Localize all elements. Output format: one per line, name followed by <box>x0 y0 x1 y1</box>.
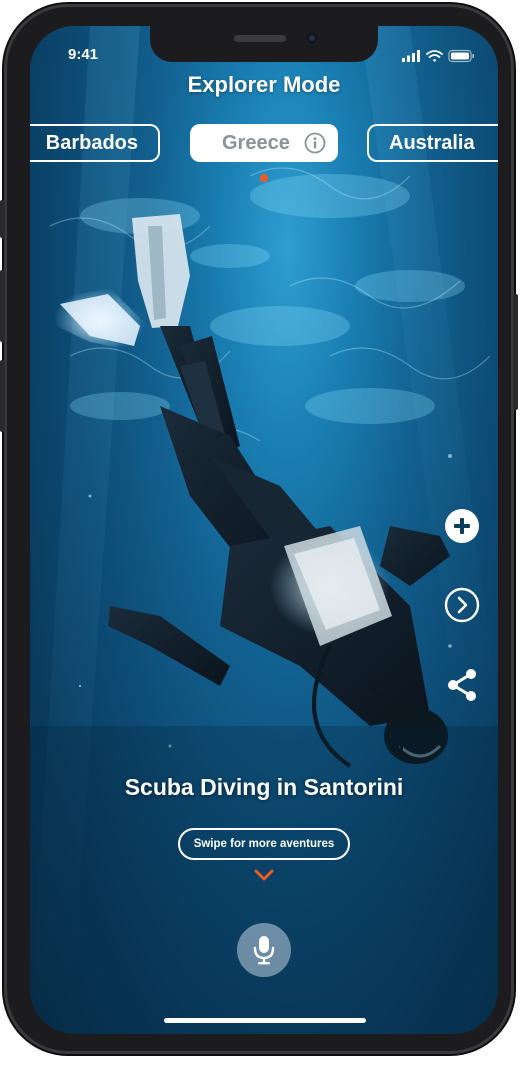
battery-icon <box>448 49 474 63</box>
status-icons <box>402 48 476 63</box>
volume-up-button <box>0 270 5 342</box>
destination-label: Australia <box>389 132 475 154</box>
chevron-right-icon <box>444 587 480 623</box>
screen[interactable]: 9:41 Explorer Mode Barbados Greece Austr… <box>30 26 498 1034</box>
destination-label: Barbados <box>45 132 138 154</box>
plus-icon <box>445 509 479 543</box>
microphone-button[interactable] <box>237 923 291 977</box>
destination-chip-greece[interactable]: Greece <box>190 124 338 162</box>
page-title: Explorer Mode <box>187 72 341 97</box>
home-indicator[interactable] <box>164 1018 366 1023</box>
add-button[interactable] <box>444 508 480 544</box>
destination-label: Greece <box>222 132 290 154</box>
info-icon[interactable] <box>304 132 326 154</box>
wifi-icon <box>426 50 443 62</box>
microphone-icon <box>253 936 275 965</box>
swipe-more-button[interactable]: Swipe for more aventures <box>178 828 350 860</box>
destination-chip-australia[interactable]: Australia <box>367 124 498 162</box>
destination-chip-barbados[interactable]: Barbados <box>30 124 160 162</box>
share-button[interactable] <box>444 667 480 703</box>
volume-down-button <box>0 360 5 432</box>
cellular-signal-icon <box>402 50 420 62</box>
next-button[interactable] <box>444 587 480 623</box>
mute-switch <box>0 200 5 238</box>
swipe-label: Swipe for more aventures <box>193 838 335 850</box>
front-camera <box>306 32 318 44</box>
chevron-down-icon[interactable] <box>253 868 275 882</box>
notch <box>150 26 378 62</box>
activity-caption: Scuba Diving in Santorini <box>124 774 404 800</box>
power-button <box>513 294 518 410</box>
speaker-grille <box>234 35 286 42</box>
phone-frame: 9:41 Explorer Mode Barbados Greece Austr… <box>0 4 518 1054</box>
share-icon <box>448 669 476 701</box>
status-time: 9:41 <box>68 46 99 63</box>
active-indicator-dot <box>260 174 268 182</box>
